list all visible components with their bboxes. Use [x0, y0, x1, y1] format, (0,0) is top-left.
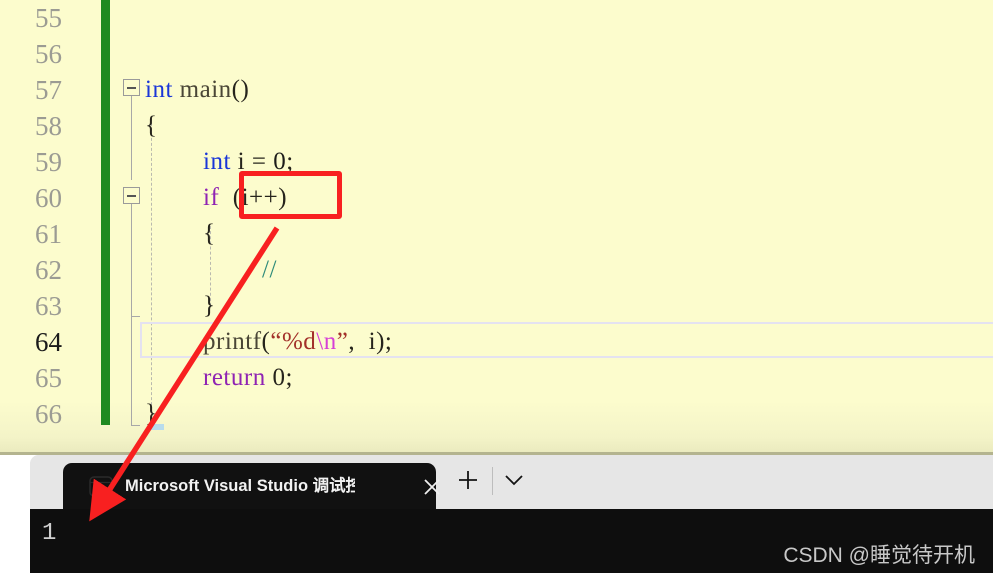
change-indicator-bar	[101, 0, 110, 425]
close-icon[interactable]	[421, 476, 443, 498]
token-int-decl: int	[203, 148, 231, 175]
token-main-identifier: main	[179, 76, 232, 103]
token-close-brace-if: }	[203, 292, 216, 319]
token-space-1	[231, 148, 238, 175]
token-open-brace-if: {	[203, 220, 216, 247]
code-line-61[interactable]: {	[203, 216, 216, 252]
annotation-highlight-box	[239, 171, 342, 219]
fold-guide-outer-bottom	[131, 316, 132, 426]
fold-guide-inner-end	[131, 316, 140, 317]
line-number-66: 66	[35, 399, 62, 429]
line-number-60: 60	[35, 183, 62, 213]
indent-guide-level-1	[151, 118, 152, 430]
line-number-61: 61	[35, 219, 62, 249]
code-line-65[interactable]: return 0;	[203, 360, 293, 396]
line-number-55: 55	[35, 3, 62, 33]
token-if-keyword: if	[203, 184, 220, 211]
fold-guide-inner	[131, 204, 132, 316]
fold-toggle-line-60[interactable]	[123, 187, 140, 204]
token-close-brace-main: }	[145, 400, 158, 427]
console-tab-title: Microsoft Visual Studio 调试控	[125, 477, 355, 495]
fold-guide-outer-top	[131, 96, 132, 180]
code-line-62[interactable]: //	[262, 252, 277, 288]
fold-toggle-line-57[interactable]	[123, 79, 140, 96]
code-line-64[interactable]: printf(“%d\n”, i);	[203, 324, 392, 360]
code-line-58[interactable]: {	[145, 108, 158, 144]
line-number-62: 62	[35, 255, 62, 285]
fold-guide-outer-end	[131, 425, 140, 426]
line-number-65: 65	[35, 363, 62, 393]
code-line-63[interactable]: }	[203, 288, 216, 324]
line-number-57: 57	[35, 75, 62, 105]
token-return-keyword: return	[203, 364, 266, 391]
console-output-area[interactable]: 1 CSDN @睡觉待开机	[30, 509, 993, 573]
token-space-5	[355, 328, 369, 355]
code-line-66[interactable]: }	[145, 396, 158, 432]
line-number-64: 64	[35, 327, 62, 357]
token-open-brace-main: {	[145, 112, 158, 139]
code-line-57[interactable]: int main()	[145, 72, 249, 108]
toolbar-divider	[492, 467, 493, 495]
code-editor[interactable]: 55 56 57 58 59 60 61 62 63 64 65 66 int …	[0, 0, 993, 455]
token-printf-identifier: printf	[203, 328, 262, 355]
token-printf-string-start: “%d	[270, 328, 317, 355]
console-tab[interactable]: C:\ Microsoft Visual Studio 调试控	[63, 463, 440, 509]
line-number-56: 56	[35, 39, 62, 69]
new-tab-icon[interactable]	[456, 468, 480, 492]
token-comment: //	[262, 256, 277, 283]
token-printf-escape: \n	[316, 328, 337, 355]
line-number-63: 63	[35, 291, 62, 321]
token-printf-string-end: ”	[336, 328, 349, 355]
svg-text:C:\: C:\	[94, 486, 109, 495]
token-printf-close: );	[376, 328, 393, 355]
token-empty-parens: ()	[231, 76, 250, 103]
console-output-line: 1	[42, 520, 57, 547]
token-return-value: 0;	[272, 364, 293, 391]
chevron-down-icon[interactable]	[503, 472, 525, 488]
token-space-4	[219, 184, 233, 211]
cmd-console-icon: C:\	[89, 476, 113, 497]
line-number-59: 59	[35, 147, 62, 177]
token-int-keyword: int	[145, 76, 173, 103]
console-window[interactable]: C:\ Microsoft Visual Studio 调试控 1 CSDN @…	[30, 455, 993, 573]
watermark-text: CSDN @睡觉待开机	[783, 544, 975, 567]
token-printf-arg: i	[368, 328, 377, 355]
line-number-58: 58	[35, 111, 62, 141]
